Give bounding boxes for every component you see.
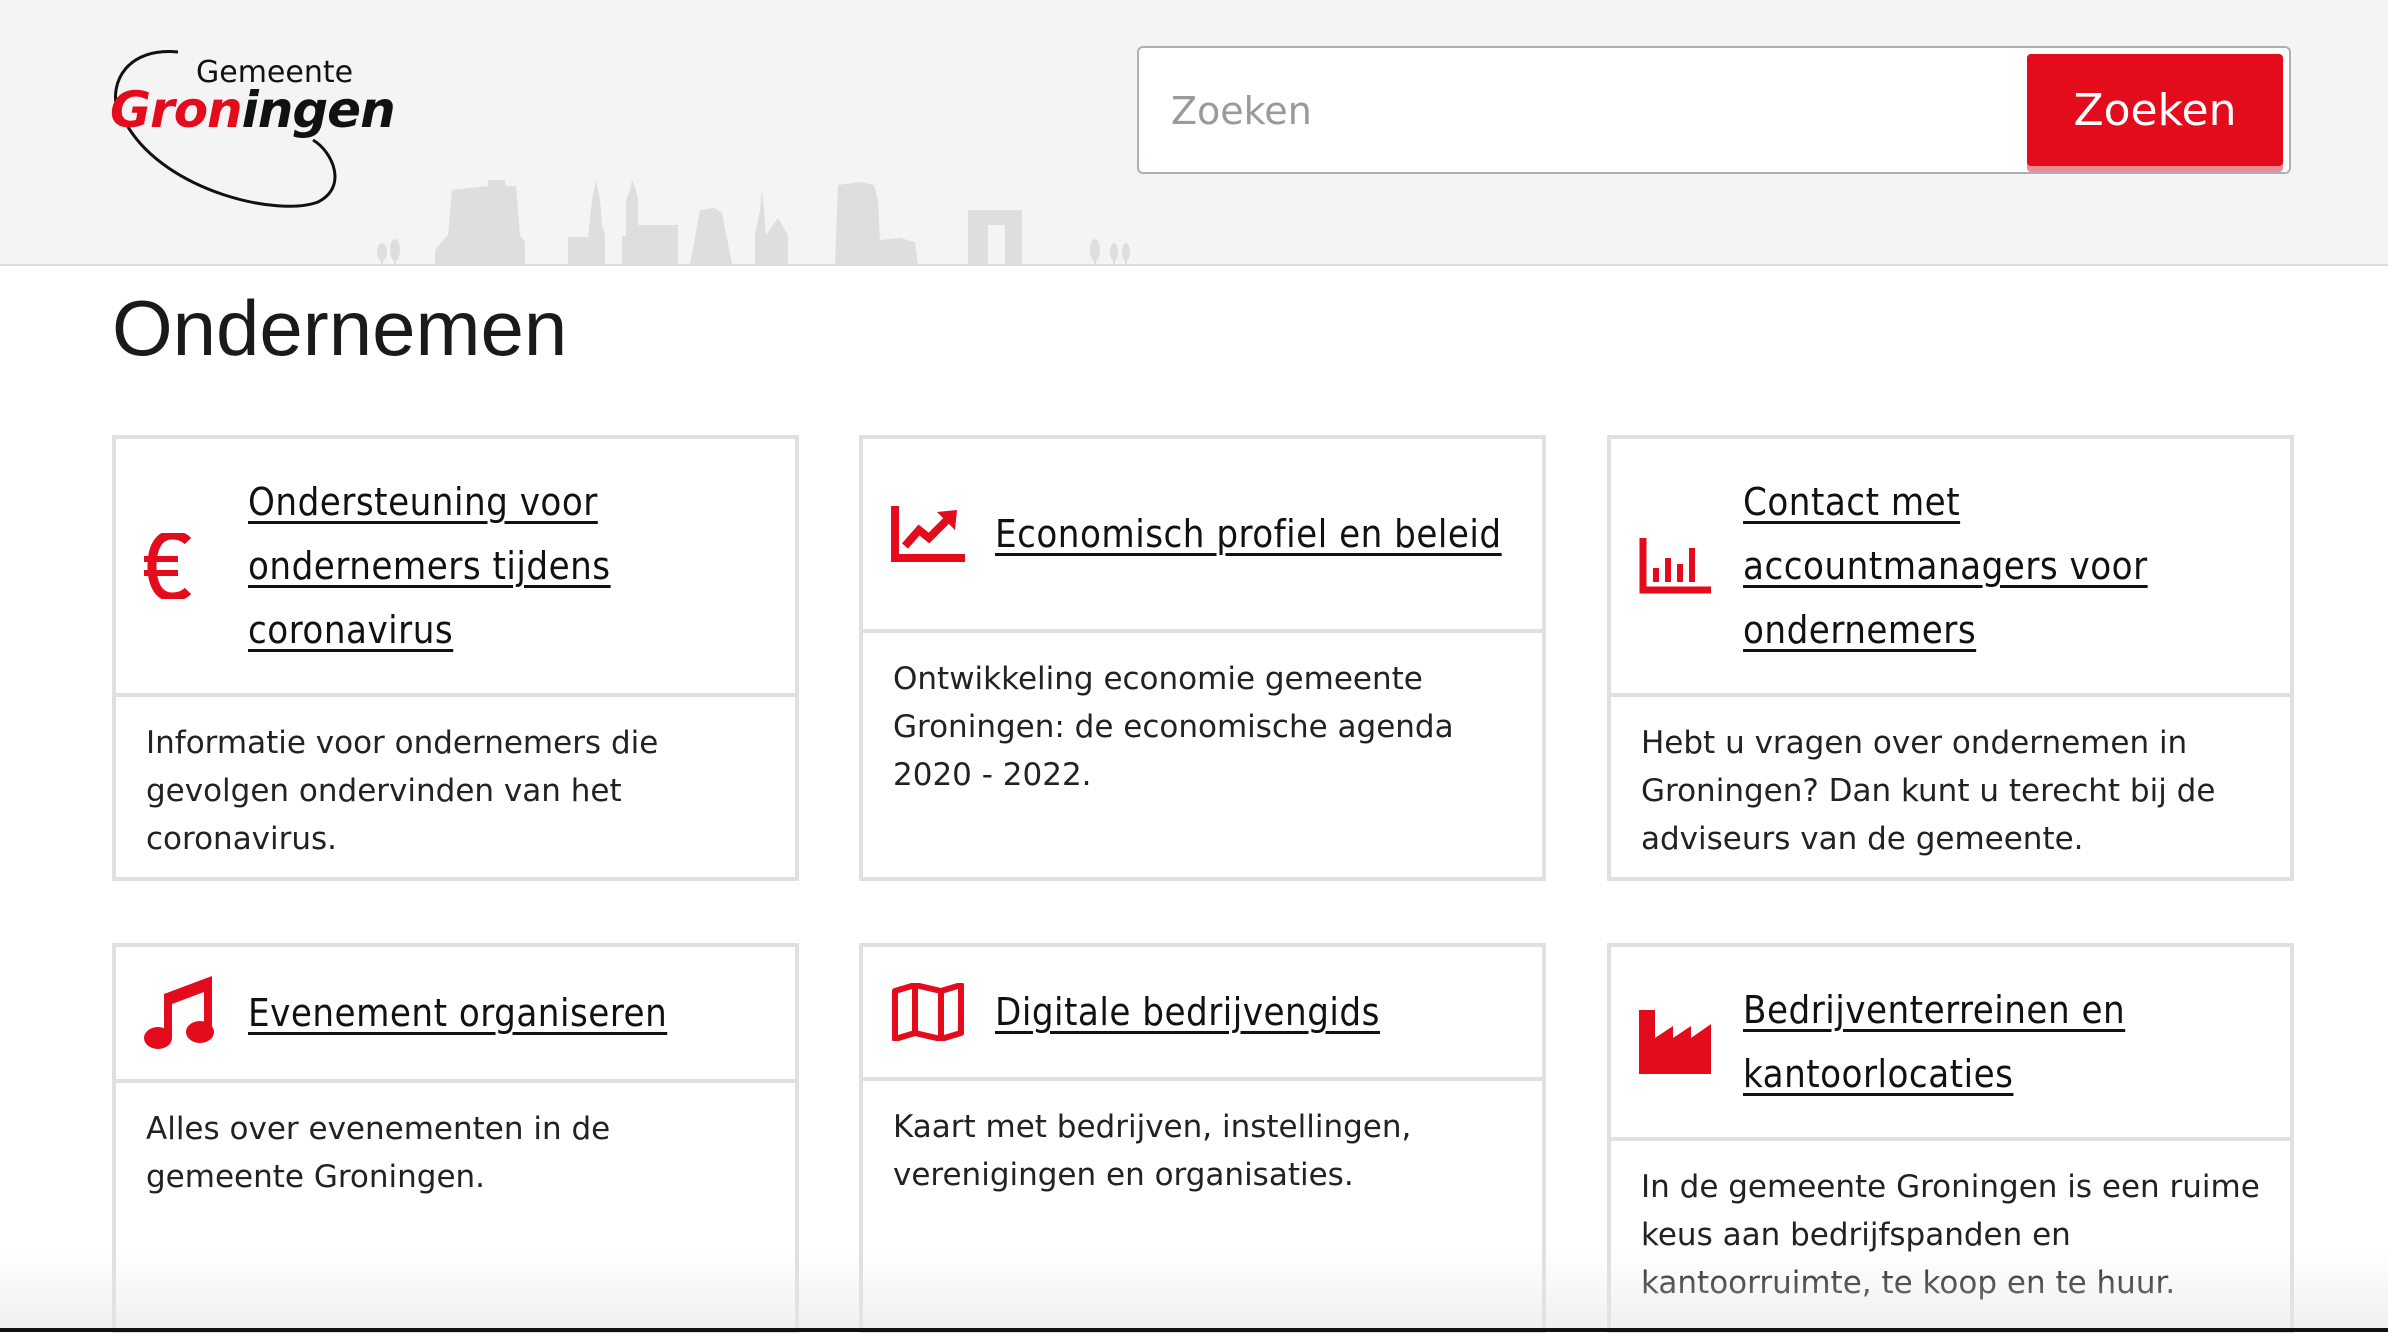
city-skyline-illustration — [377, 180, 1130, 264]
card-description: Ontwikkeling economie gemeente Groningen… — [893, 661, 1454, 793]
euro-icon — [144, 533, 224, 599]
card-description: Hebt u vragen over ondernemen in Groning… — [1641, 725, 2216, 857]
card-corona-support: Ondersteuning voor ondernemers tijdens c… — [112, 435, 799, 881]
search-form: Zoeken — [1137, 46, 2291, 174]
card-link[interactable]: Bedrijventerreinen en kantoorlocaties — [1743, 978, 2262, 1106]
card-link[interactable]: Economisch profiel en beleid — [995, 502, 1502, 566]
bar-chart-icon — [1639, 538, 1719, 594]
music-note-icon — [144, 976, 224, 1050]
card-link[interactable]: Contact met accountmanagers voor onderne… — [1743, 470, 2262, 662]
logo-line2-black: ingen — [242, 81, 395, 139]
logo-line2-red: Gron — [110, 81, 242, 139]
search-button[interactable]: Zoeken — [2027, 54, 2283, 166]
window-bottom-edge — [0, 1328, 2388, 1332]
card-economic-profile: Economisch profiel en beleid Ontwikkelin… — [859, 435, 1546, 881]
factory-icon — [1639, 1010, 1719, 1074]
card-description: Informatie voor ondernemers die gevolgen… — [146, 725, 659, 857]
page-title: Ondernemen — [112, 284, 568, 372]
card-event-organize: Evenement organiseren Alles over eveneme… — [112, 943, 799, 1333]
card-link[interactable]: Digitale bedrijvengids — [995, 980, 1380, 1044]
card-description: Kaart met bedrijven, instellingen, veren… — [893, 1109, 1412, 1193]
card-link[interactable]: Ondersteuning voor ondernemers tijdens c… — [248, 470, 767, 662]
card-link[interactable]: Evenement organiseren — [248, 981, 667, 1045]
search-input[interactable] — [1169, 68, 1993, 154]
card-description: In de gemeente Groningen is een ruime ke… — [1641, 1169, 2260, 1301]
card-description: Alles over evenementen in de gemeente Gr… — [146, 1111, 611, 1195]
card-business-directory: Digitale bedrijvengids Kaart met bedrijv… — [859, 943, 1546, 1333]
trend-chart-icon — [891, 506, 971, 562]
map-icon — [891, 983, 971, 1041]
card-business-parks: Bedrijventerreinen en kantoorlocaties In… — [1607, 943, 2294, 1333]
svg-text:Groningen: Groningen — [110, 81, 395, 139]
card-account-managers: Contact met accountmanagers voor onderne… — [1607, 435, 2294, 881]
site-header: Gemeente Groningen Zoeken — [0, 0, 2388, 266]
